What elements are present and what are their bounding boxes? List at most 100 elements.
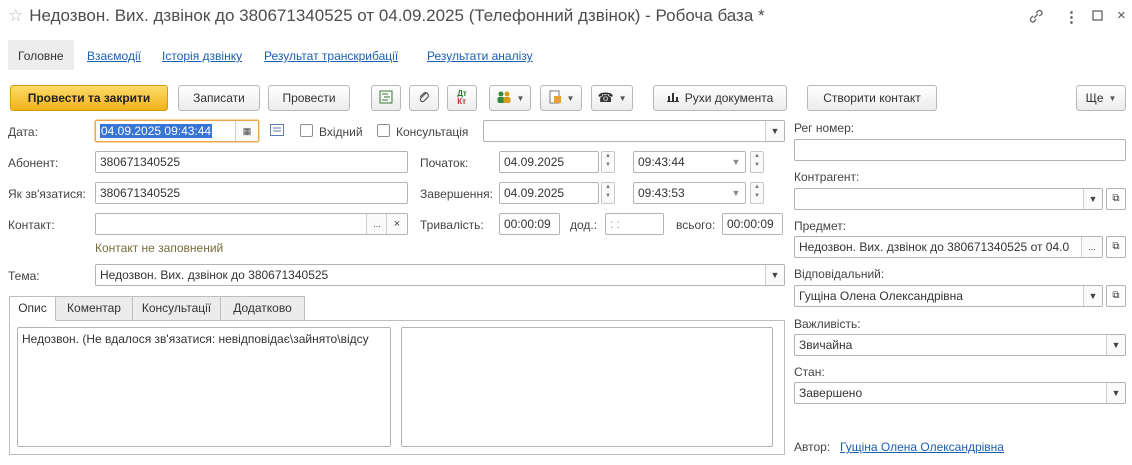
- chevron-down-icon[interactable]: ▼: [727, 183, 745, 203]
- subscriber-input[interactable]: 380671340525: [95, 151, 408, 173]
- author-link[interactable]: Гущіна Олена Олександрівна: [840, 440, 1004, 454]
- more-menu-button[interactable]: Ще ▼: [1076, 85, 1126, 111]
- start-label: Початок:: [420, 156, 469, 170]
- end-label: Завершення:: [420, 187, 493, 201]
- counterparty-label: Контрагент:: [794, 170, 860, 184]
- phone-icon: ☎: [597, 90, 614, 105]
- chevron-down-icon[interactable]: ▼: [1083, 189, 1102, 209]
- window-title: Недозвон. Вих. дзвінок до 380671340525 о…: [29, 6, 765, 25]
- chevron-down-icon[interactable]: ▼: [765, 265, 784, 285]
- incoming-label: Вхідний: [319, 125, 363, 139]
- contact-input[interactable]: ... ×: [95, 213, 408, 235]
- nav-main-tab[interactable]: Головне: [8, 40, 74, 70]
- chevron-down-icon[interactable]: ▼: [727, 152, 745, 172]
- contact-label: Контакт:: [8, 218, 55, 232]
- dt-kt-icon: Дт Кт: [457, 89, 467, 106]
- more-icon[interactable]: ⋮: [1064, 8, 1079, 26]
- notes-textarea[interactable]: [401, 327, 773, 447]
- nav-call-history[interactable]: Історія дзвінку: [162, 49, 242, 63]
- window-title-bar: ☆ Недозвон. Вих. дзвінок до 380671340525 …: [8, 6, 765, 26]
- nav-interactions[interactable]: Взаємодії: [87, 49, 141, 63]
- responsible-select[interactable]: Гущіна Олена Олександрівна ▼: [794, 285, 1103, 307]
- open-form-icon[interactable]: ⧉: [1106, 188, 1126, 210]
- start-date-spinner[interactable]: ▲ ▼: [601, 151, 615, 173]
- debit-credit-button[interactable]: Дт Кт: [447, 85, 477, 111]
- start-time-input[interactable]: 09:43:44 ▼: [633, 151, 746, 173]
- clear-icon[interactable]: ×: [386, 214, 407, 234]
- paperclip-icon: [417, 90, 431, 107]
- start-date-input[interactable]: 04.09.2025: [499, 151, 599, 173]
- document-icon: [548, 90, 562, 107]
- start-time-spinner[interactable]: ▲ ▼: [750, 151, 764, 173]
- duration-label: Тривалість:: [420, 218, 484, 232]
- notes-icon[interactable]: [270, 124, 284, 139]
- nav-analysis-results[interactable]: Результати аналізу: [427, 49, 533, 63]
- link-icon[interactable]: [1028, 8, 1044, 28]
- chevron-down-icon: ▼: [618, 93, 627, 103]
- consultation-label: Консультація: [396, 125, 469, 139]
- end-date-input[interactable]: 04.09.2025: [499, 182, 599, 204]
- close-icon[interactable]: ×: [1117, 7, 1126, 24]
- subject-input[interactable]: Недозвон. Вих. дзвінок до 380671340525 о…: [794, 236, 1103, 258]
- importance-label: Важливість:: [794, 317, 861, 331]
- counterparty-select[interactable]: ▼: [794, 188, 1103, 210]
- additional-label: дод.:: [570, 218, 598, 232]
- contact-hint: Контакт не заповнений: [95, 241, 224, 255]
- tab-comment[interactable]: Коментар: [55, 296, 133, 321]
- date-input[interactable]: 04.09.2025 09:43:44 ▦: [95, 120, 259, 142]
- end-time-input[interactable]: 09:43:53 ▼: [633, 182, 746, 204]
- chevron-down-icon[interactable]: ▼: [1106, 383, 1125, 403]
- hierarchy-icon: [379, 90, 393, 107]
- duration-input[interactable]: 00:00:09: [499, 213, 560, 235]
- structure-button[interactable]: [371, 85, 401, 111]
- post-and-close-button[interactable]: Провести та закрити: [10, 85, 168, 111]
- attach-button[interactable]: [409, 85, 439, 111]
- consultation-select[interactable]: ▼: [483, 120, 785, 142]
- responsible-label: Відповідальний:: [794, 267, 885, 281]
- star-outline-icon[interactable]: ☆: [8, 6, 23, 25]
- open-form-icon[interactable]: ⧉: [1106, 236, 1126, 258]
- chevron-down-icon: ▼: [516, 93, 525, 103]
- additional-input[interactable]: : :: [605, 213, 664, 235]
- tab-additional[interactable]: Додатково: [220, 296, 305, 321]
- select-dots-button[interactable]: ...: [366, 214, 387, 234]
- users-menu-button[interactable]: ▼: [489, 85, 531, 111]
- tab-description[interactable]: Опис: [9, 296, 56, 321]
- reg-number-label: Рег номер:: [794, 121, 855, 135]
- calendar-icon[interactable]: ▦: [235, 121, 258, 141]
- print-menu-button[interactable]: ▼: [540, 85, 582, 111]
- end-date-spinner[interactable]: ▲ ▼: [601, 182, 615, 204]
- tab-consultations[interactable]: Консультації: [132, 296, 221, 321]
- state-label: Стан:: [794, 365, 825, 379]
- how-to-contact-label: Як зв'язатися:: [8, 187, 86, 201]
- total-input[interactable]: 00:00:09: [722, 213, 783, 235]
- chevron-down-icon: ▼: [1108, 93, 1117, 103]
- state-select[interactable]: Завершено ▼: [794, 382, 1126, 404]
- save-button[interactable]: Записати: [178, 85, 260, 111]
- chevron-down-icon[interactable]: ▼: [1106, 335, 1125, 355]
- open-form-icon[interactable]: ⧉: [1106, 285, 1126, 307]
- subject-label: Предмет:: [794, 219, 847, 233]
- importance-select[interactable]: Звичайна ▼: [794, 334, 1126, 356]
- total-label: всього:: [676, 218, 716, 232]
- select-dots-button[interactable]: ...: [1081, 237, 1102, 257]
- phone-menu-button[interactable]: ☎ ▼: [591, 85, 633, 111]
- reg-number-input[interactable]: [794, 139, 1126, 161]
- users-icon: [496, 90, 512, 107]
- how-to-contact-input[interactable]: 380671340525: [95, 182, 408, 204]
- date-label: Дата:: [8, 125, 38, 139]
- end-time-spinner[interactable]: ▲ ▼: [750, 182, 764, 204]
- nav-transcription-result[interactable]: Результат транскрибації: [264, 49, 398, 63]
- chevron-down-icon[interactable]: ▼: [1083, 286, 1102, 306]
- maximize-icon[interactable]: [1092, 9, 1104, 26]
- document-movements-button[interactable]: Рухи документа: [653, 85, 787, 111]
- post-button[interactable]: Провести: [268, 85, 350, 111]
- topic-label: Тема:: [8, 269, 40, 283]
- create-contact-button[interactable]: Створити контакт: [807, 85, 937, 111]
- bar-chart-icon: [666, 91, 679, 105]
- topic-select[interactable]: Недозвон. Вих. дзвінок до 380671340525 ▼: [95, 264, 785, 286]
- description-textarea[interactable]: Недозвон. (Не вдалося зв'язатися: невідп…: [17, 327, 391, 447]
- incoming-checkbox[interactable]: [300, 124, 313, 137]
- consultation-checkbox[interactable]: [377, 124, 390, 137]
- chevron-down-icon[interactable]: ▼: [765, 121, 784, 141]
